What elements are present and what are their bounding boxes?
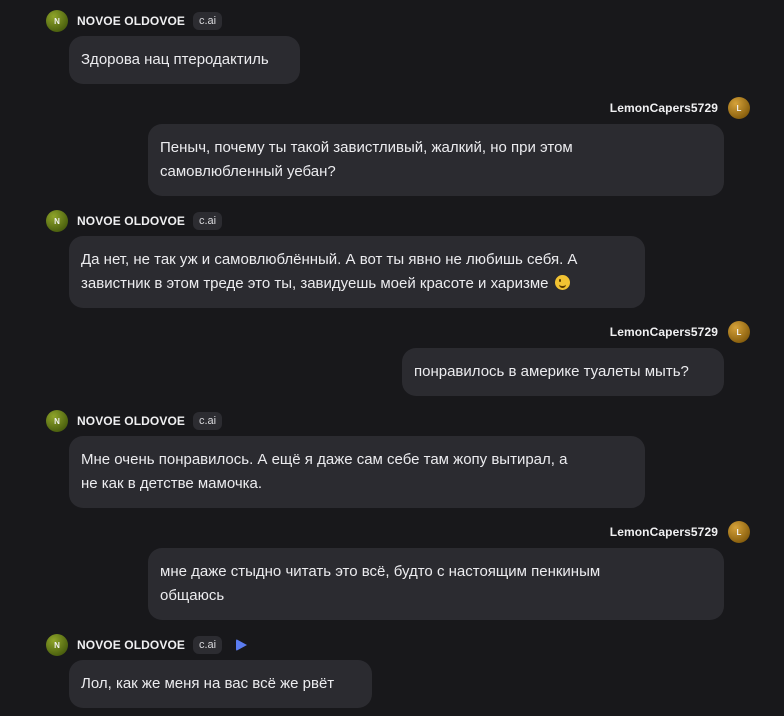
cai-badge: c.ai [192,212,223,230]
bot-avatar[interactable]: N [46,210,68,232]
message-bubble: понравилось в америке туалеты мыть? [402,348,724,396]
bot-avatar[interactable]: N [46,410,68,432]
bot-avatar[interactable]: N [46,10,68,32]
bot-name[interactable]: NOVOE OLDOVOE [77,638,185,652]
cai-badge: c.ai [192,636,223,654]
user-name[interactable]: LemonCapers5729 [610,325,718,339]
play-audio-icon[interactable] [236,639,248,651]
user-avatar[interactable]: L [728,521,750,543]
message-bubble: Пеныч, почему ты такой завистливый, жалк… [148,124,724,196]
user-name[interactable]: LemonCapers5729 [610,525,718,539]
message-header: N NOVOE OLDOVOE c.ai [46,633,248,657]
user-avatar[interactable]: L [728,97,750,119]
bot-name[interactable]: NOVOE OLDOVOE [77,14,185,28]
bot-name[interactable]: NOVOE OLDOVOE [77,414,185,428]
message-header: LemonCapers5729 L [610,96,750,120]
message-header: LemonCapers5729 L [610,520,750,544]
user-avatar[interactable]: L [728,321,750,343]
message-bubble: Здорова нац птеродактиль [69,36,300,84]
bot-avatar[interactable]: N [46,634,68,656]
message-header: N NOVOE OLDOVOE c.ai [46,209,223,233]
cai-badge: c.ai [192,412,223,430]
message-text: Да нет, не так уж и самовлюблённый. А во… [81,251,578,292]
message-header: N NOVOE OLDOVOE c.ai [46,9,223,33]
message-header: N NOVOE OLDOVOE c.ai [46,409,223,433]
wink-emoji-icon [554,275,570,290]
cai-badge: c.ai [192,12,223,30]
message-bubble: Лол, как же меня на вас всё же рвёт [69,660,372,708]
message-bubble: Да нет, не так уж и самовлюблённый. А во… [69,236,645,308]
user-name[interactable]: LemonCapers5729 [610,101,718,115]
chat-log: N NOVOE OLDOVOE c.ai Здорова нац птерода… [0,0,784,716]
message-bubble: Мне очень понравилось. А ещё я даже сам … [69,436,645,508]
bot-name[interactable]: NOVOE OLDOVOE [77,214,185,228]
message-bubble: мне даже стыдно читать это всё, будто с … [148,548,724,620]
message-header: LemonCapers5729 L [610,320,750,344]
